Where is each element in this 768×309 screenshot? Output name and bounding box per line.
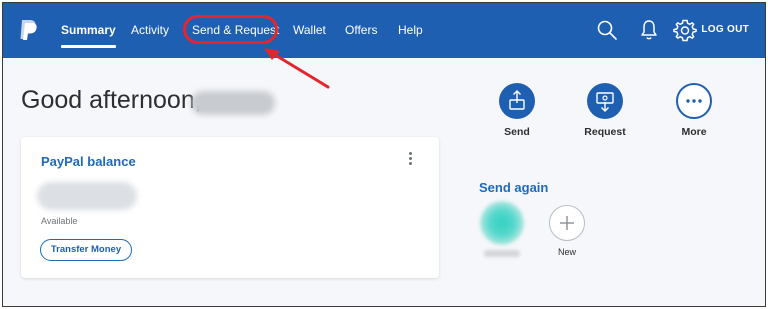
send-money-icon <box>499 83 535 119</box>
paypal-balance-card: PayPal balance Available Transfer Money <box>21 137 439 278</box>
new-contact-button[interactable]: New <box>548 205 586 257</box>
more-options-icon[interactable] <box>405 152 415 168</box>
send-action[interactable]: Send <box>487 83 547 138</box>
new-contact-label: New <box>557 247 576 257</box>
redacted-balance-amount <box>37 182 137 210</box>
available-label: Available <box>41 216 78 226</box>
gear-icon[interactable] <box>673 18 697 42</box>
more-action-label: More <box>681 126 707 138</box>
bell-icon[interactable] <box>637 18 661 42</box>
contact-avatar <box>480 201 524 245</box>
top-navigation-bar: Summary Activity Send & Request Wallet O… <box>3 3 765 58</box>
greeting-text: Good afternoon, <box>21 86 202 114</box>
annotation-highlight-ring <box>183 15 278 44</box>
logout-link[interactable]: LOG OUT <box>701 24 749 35</box>
nav-help[interactable]: Help <box>398 22 423 38</box>
more-dots-icon <box>676 83 712 119</box>
request-action[interactable]: Request <box>575 83 635 138</box>
plus-icon <box>549 205 585 241</box>
balance-card-title[interactable]: PayPal balance <box>41 154 136 169</box>
nav-activity[interactable]: Activity <box>131 22 169 38</box>
nav-wallet[interactable]: Wallet <box>293 22 326 38</box>
nav-summary-label: Summary <box>61 23 116 37</box>
request-money-icon <box>587 83 623 119</box>
search-icon[interactable] <box>595 18 619 42</box>
more-action[interactable]: More <box>664 83 724 138</box>
nav-summary[interactable]: Summary <box>61 22 116 48</box>
active-tab-indicator <box>61 45 116 48</box>
redacted-contact-name <box>484 250 520 257</box>
send-again-title: Send again <box>479 180 549 195</box>
request-action-label: Request <box>584 126 626 138</box>
nav-offers[interactable]: Offers <box>345 22 377 38</box>
app-window: Summary Activity Send & Request Wallet O… <box>2 2 766 307</box>
paypal-logo-icon[interactable] <box>18 18 38 42</box>
send-action-label: Send <box>504 126 530 138</box>
redacted-user-name <box>191 91 275 115</box>
recent-contact[interactable] <box>480 201 524 261</box>
transfer-money-button[interactable]: Transfer Money <box>40 239 132 261</box>
annotation-arrow-icon <box>264 48 330 89</box>
